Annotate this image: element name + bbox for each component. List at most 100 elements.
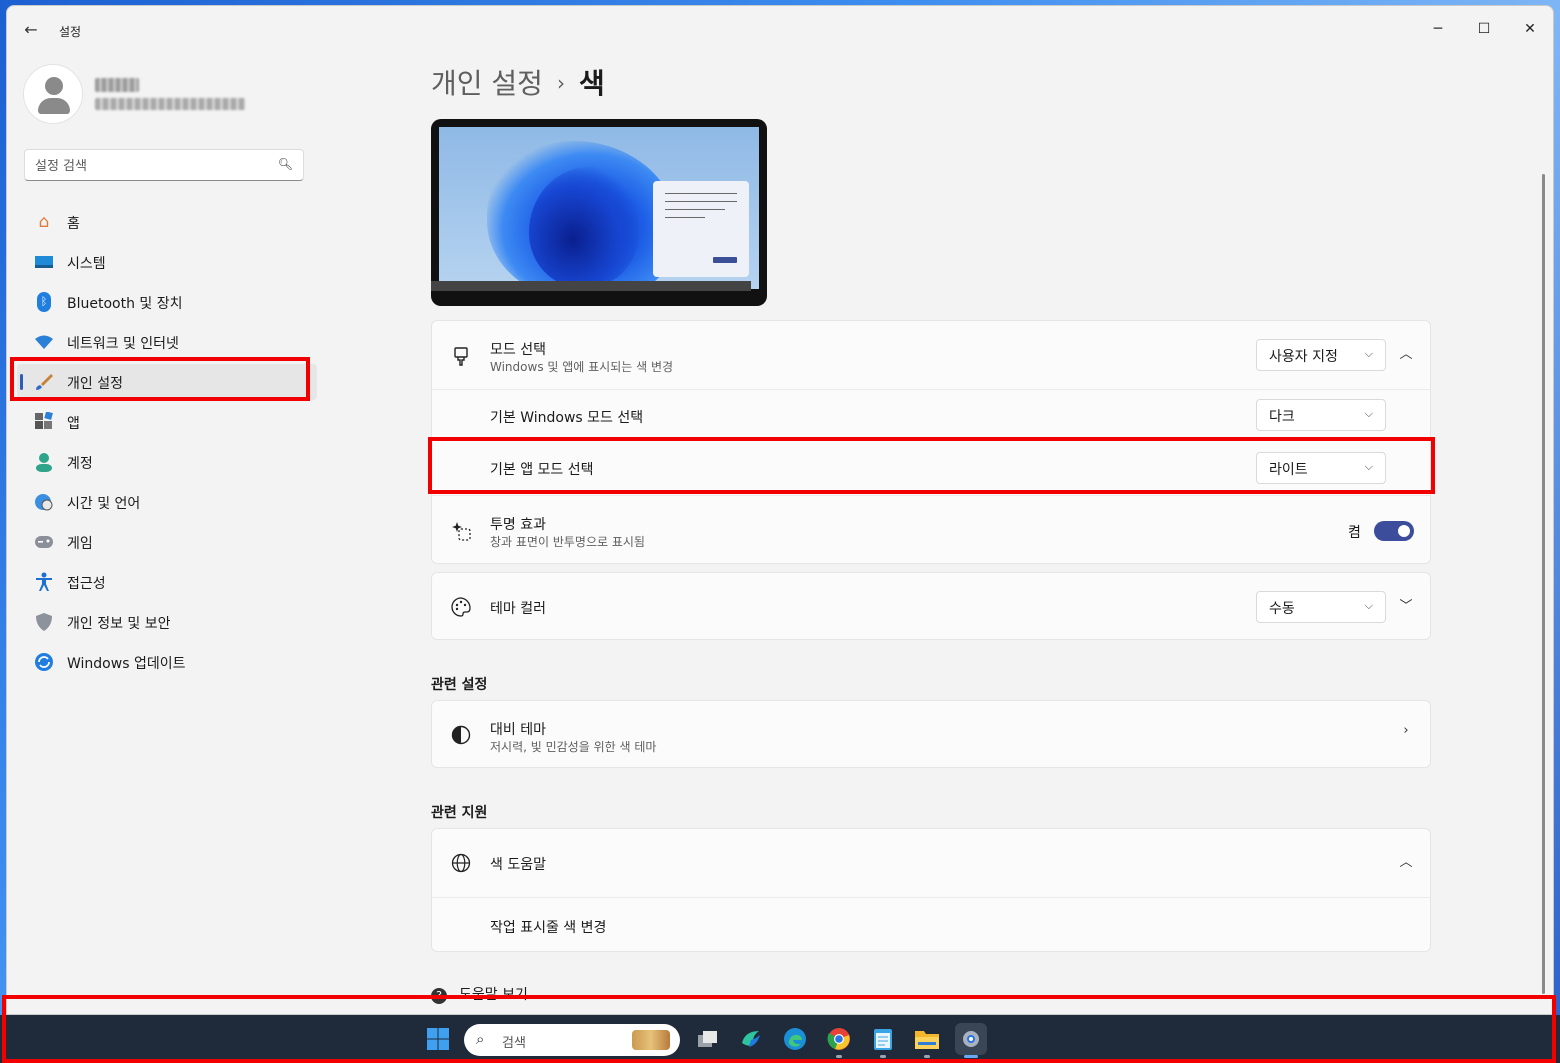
help-icon: ? [431,988,447,1004]
scrollbar[interactable] [1542,174,1545,994]
settings-active-indicator [964,1055,978,1058]
mode-select-row: 모드 선택 Windows 및 앱에 표시되는 색 변경 사용자 지정 ⌵ ︿ [432,321,1430,389]
explorer-running-indicator [924,1055,930,1058]
maximize-button[interactable]: ☐ [1461,14,1507,44]
windows-mode-dropdown[interactable]: 다크 ⌵ [1256,399,1386,431]
contrast-theme-subtitle: 저시력, 빛 민감성을 위한 색 테마 [490,740,657,754]
related-settings-heading: 관련 설정 [431,677,488,693]
sidebar-item-label: 홈 [67,216,80,232]
globe-clock-icon [33,491,55,513]
mode-dropdown[interactable]: 사용자 지정 ⌵ [1256,339,1386,371]
sidebar-item-privacy[interactable]: 개인 정보 및 보안 [17,604,317,640]
sidebar-item-time-language[interactable]: 시간 및 언어 [17,484,317,520]
chrome-icon[interactable] [825,1025,853,1053]
get-help-link[interactable]: ? 도움말 보기 [431,984,528,1004]
search-icon[interactable]: 🔍︎ [278,157,293,171]
edge-icon[interactable] [781,1025,809,1053]
contrast-theme-card[interactable]: 대비 테마 저시력, 빛 민감성을 위한 색 테마 › [431,700,1431,768]
color-help-row[interactable]: 색 도움말 ︿ [432,829,1430,897]
sidebar-item-label: 개인 정보 및 보안 [67,616,171,632]
sidebar-item-home[interactable]: ⌂ 홈 [17,204,317,240]
task-view-icon[interactable] [694,1025,722,1053]
sidebar-nav: ⌂ 홈 시스템 ᛒ Bluetooth 및 장치 네트워크 및 인터넷 개인 설… [17,204,317,684]
profile-name-redacted [95,78,139,92]
transparency-title: 투명 효과 [490,517,546,533]
app-mode-value: 라이트 [1269,462,1308,478]
account-icon [33,451,55,473]
sidebar-item-apps[interactable]: 앱 [17,404,317,440]
sidebar-item-gaming[interactable]: 게임 [17,524,317,560]
breadcrumb-parent[interactable]: 개인 설정 [431,67,543,100]
notepad-running-indicator [880,1055,886,1058]
taskbar: ⌕ 검색 [0,1015,1560,1063]
theme-color-row[interactable]: 테마 컬러 수동 ⌵ ﹀ [432,573,1430,641]
chevron-up-icon[interactable]: ︿ [1394,851,1418,875]
notepad-icon[interactable] [869,1025,897,1053]
mode-card: 모드 선택 Windows 및 앱에 표시되는 색 변경 사용자 지정 ⌵ ︿ … [431,320,1431,564]
page-title: 색 [578,67,605,100]
close-button[interactable]: ✕ [1507,14,1553,44]
transparency-row: 투명 효과 창과 표면이 반투명으로 표시됨 켬 [432,495,1430,565]
related-support-heading: 관련 지원 [431,805,488,821]
transparency-toggle[interactable] [1374,521,1414,541]
windows-mode-title: 기본 Windows 모드 선택 [490,410,644,426]
app-title: 설정 [59,25,82,39]
theme-color-card: 테마 컬러 수동 ⌵ ﹀ [431,572,1431,640]
transparency-subtitle: 창과 표면이 반투명으로 표시됨 [490,535,645,549]
copilot-icon[interactable] [737,1025,765,1053]
taskbar-search[interactable]: ⌕ 검색 [464,1024,680,1056]
search-highlight-illustration-icon [632,1030,670,1050]
profile-email-redacted [95,98,245,110]
back-arrow-icon[interactable]: ← [19,20,43,40]
main-content: 개인 설정 › 색 모드 선택 Windows 및 앱에 표시되는 색 변경 사… [327,54,1547,1014]
sidebar-item-label: 접근성 [67,576,106,592]
chevron-down-icon: ⌵ [1364,599,1373,612]
theme-color-dropdown[interactable]: 수동 ⌵ [1256,591,1386,623]
app-mode-title: 기본 앱 모드 선택 [490,462,594,478]
avatar [23,64,83,124]
sidebar-item-label: 시스템 [67,256,106,272]
sidebar-item-personalization[interactable]: 개인 설정 [17,364,317,400]
settings-search[interactable]: 🔍︎ [24,149,304,181]
sidebar-item-label: Windows 업데이트 [67,656,186,672]
title-bar: ← 설정 ─ ☐ ✕ [7,6,1553,54]
file-explorer-icon[interactable] [913,1025,941,1053]
mode-dropdown-value: 사용자 지정 [1269,349,1338,365]
globe-icon [450,852,472,874]
mode-select-subtitle: Windows 및 앱에 표시되는 색 변경 [490,360,674,374]
transparency-sparkle-icon [450,520,472,542]
start-icon[interactable] [424,1025,452,1053]
sidebar-item-accessibility[interactable]: 접근성 [17,564,317,600]
color-help-title: 색 도움말 [490,857,546,873]
taskbar-color-row: 작업 표시줄 색 변경 [432,897,1430,953]
taskbar-color-link[interactable]: 작업 표시줄 색 변경 [490,917,606,937]
chevron-down-icon: ⌵ [1364,407,1373,420]
contrast-theme-row[interactable]: 대비 테마 저시력, 빛 민감성을 위한 색 테마 › [432,701,1430,769]
home-icon: ⌂ [38,212,50,232]
color-help-card: 색 도움말 ︿ 작업 표시줄 색 변경 [431,828,1431,952]
minimize-button[interactable]: ─ [1415,14,1461,44]
get-help-label: 도움말 보기 [459,987,528,1003]
theme-preview [431,119,767,306]
chevron-up-icon[interactable]: ︿ [1394,343,1418,367]
chevron-down-icon[interactable]: ﹀ [1394,595,1418,619]
settings-icon[interactable] [955,1023,987,1055]
app-mode-row: 기본 앱 모드 선택 라이트 ⌵ [432,439,1430,495]
sidebar-item-label: 앱 [67,416,80,432]
sidebar-item-bluetooth[interactable]: ᛒ Bluetooth 및 장치 [17,284,317,320]
app-mode-dropdown[interactable]: 라이트 ⌵ [1256,452,1386,484]
search-icon: ⌕ [476,1030,485,1048]
settings-search-input[interactable] [35,156,265,176]
shield-icon [33,611,55,633]
preview-window [653,181,749,277]
sidebar-item-system[interactable]: 시스템 [17,244,317,280]
mode-select-title: 모드 선택 [490,342,546,358]
sidebar-item-windows-update[interactable]: Windows 업데이트 [17,644,317,680]
sidebar-item-accounts[interactable]: 계정 [17,444,317,480]
sidebar-item-label: Bluetooth 및 장치 [67,296,183,312]
taskbar-search-label: 검색 [502,1036,526,1051]
sidebar-item-network[interactable]: 네트워크 및 인터넷 [17,324,317,360]
windows-mode-row: 기본 Windows 모드 선택 다크 ⌵ [432,389,1430,439]
sidebar-item-label: 시간 및 언어 [67,496,141,512]
breadcrumb: 개인 설정 › 색 [431,62,605,102]
